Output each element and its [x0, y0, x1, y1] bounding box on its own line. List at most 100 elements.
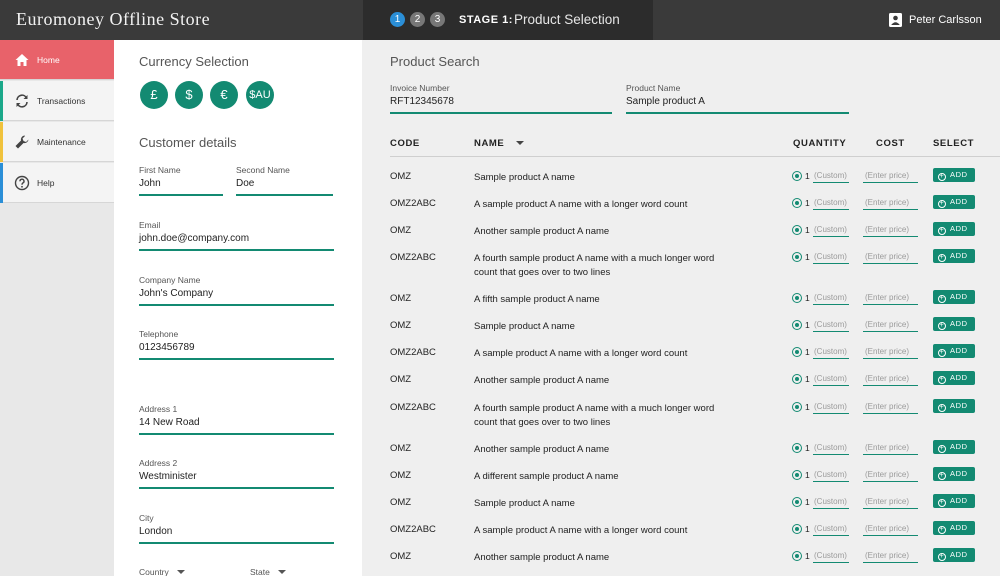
add-button[interactable]: + ADD: [933, 548, 975, 562]
price-input[interactable]: (Enter price): [863, 551, 918, 563]
custom-quantity-input[interactable]: (Custom): [813, 402, 849, 414]
column-header-cost: COST: [876, 138, 905, 149]
custom-quantity-input[interactable]: (Custom): [813, 171, 849, 183]
column-header-quantity: QUANTITY: [793, 138, 847, 149]
quantity-radio[interactable]: [792, 171, 802, 181]
price-input[interactable]: (Enter price): [863, 347, 918, 359]
price-input[interactable]: (Enter price): [863, 320, 918, 332]
custom-quantity-input[interactable]: (Custom): [813, 497, 849, 509]
add-button[interactable]: + ADD: [933, 168, 975, 182]
add-button[interactable]: + ADD: [933, 521, 975, 535]
customer-details-title: Customer details: [139, 135, 237, 150]
column-header-code[interactable]: CODE: [390, 138, 420, 149]
price-input[interactable]: (Enter price): [863, 470, 918, 482]
quantity-radio[interactable]: [792, 252, 802, 262]
field-value[interactable]: john.doe@company.com: [139, 233, 249, 244]
add-button[interactable]: + ADD: [933, 222, 975, 236]
product-code: OMZ: [390, 225, 412, 236]
custom-quantity-input[interactable]: (Custom): [813, 198, 849, 210]
step-2-indicator[interactable]: 2: [410, 12, 425, 27]
price-input[interactable]: (Enter price): [863, 171, 918, 183]
quantity-radio[interactable]: [792, 374, 802, 384]
custom-quantity-input[interactable]: (Custom): [813, 374, 849, 386]
quantity-radio[interactable]: [792, 320, 802, 330]
sidebar-item-home[interactable]: Home: [0, 40, 114, 80]
custom-quantity-input[interactable]: (Custom): [813, 470, 849, 482]
quantity-radio[interactable]: [792, 347, 802, 357]
add-button-label: ADD: [950, 224, 968, 233]
header-divider: [390, 156, 1000, 157]
price-input[interactable]: (Enter price): [863, 524, 918, 536]
field-value[interactable]: Westminister: [139, 471, 197, 482]
add-button[interactable]: + ADD: [933, 399, 975, 413]
custom-quantity-input[interactable]: (Custom): [813, 252, 849, 264]
quantity-radio[interactable]: [792, 470, 802, 480]
quantity-value: 1: [805, 497, 810, 507]
field-value[interactable]: Sample product A: [626, 96, 705, 107]
step-1-indicator[interactable]: 1: [390, 12, 405, 27]
add-button[interactable]: + ADD: [933, 494, 975, 508]
quantity-radio[interactable]: [792, 443, 802, 453]
field-label: Invoice Number: [390, 83, 450, 93]
add-button[interactable]: + ADD: [933, 195, 975, 209]
currency-gbp-button[interactable]: £: [140, 81, 168, 109]
add-button[interactable]: + ADD: [933, 440, 975, 454]
add-button[interactable]: + ADD: [933, 290, 975, 304]
field-value[interactable]: 14 New Road: [139, 417, 200, 428]
price-input[interactable]: (Enter price): [863, 293, 918, 305]
product-name: A sample product A name with a longer wo…: [474, 199, 688, 210]
add-button[interactable]: + ADD: [933, 467, 975, 481]
field-value[interactable]: John: [139, 178, 161, 189]
quantity-radio[interactable]: [792, 497, 802, 507]
column-header-select: SELECT: [933, 138, 975, 149]
currency-aud-button[interactable]: $AU: [246, 81, 274, 109]
custom-quantity-input[interactable]: (Custom): [813, 443, 849, 455]
custom-quantity-input[interactable]: (Custom): [813, 524, 849, 536]
price-input[interactable]: (Enter price): [863, 443, 918, 455]
add-button[interactable]: + ADD: [933, 371, 975, 385]
custom-quantity-input[interactable]: (Custom): [813, 551, 849, 563]
add-button[interactable]: + ADD: [933, 249, 975, 263]
price-input[interactable]: (Enter price): [863, 374, 918, 386]
field-underline: [139, 542, 334, 544]
field-value[interactable]: Doe: [236, 178, 254, 189]
add-button[interactable]: + ADD: [933, 344, 975, 358]
price-input[interactable]: (Enter price): [863, 225, 918, 237]
column-header-name[interactable]: NAME: [474, 138, 525, 149]
field-value[interactable]: RFT12345678: [390, 96, 454, 107]
add-button[interactable]: + ADD: [933, 317, 975, 331]
quantity-radio[interactable]: [792, 402, 802, 412]
currency-eur-button[interactable]: €: [210, 81, 238, 109]
quantity-radio[interactable]: [792, 293, 802, 303]
custom-quantity-input[interactable]: (Custom): [813, 293, 849, 305]
sidebar-item-label: Help: [37, 178, 55, 188]
sidebar-item-label: Home: [37, 55, 60, 65]
quantity-radio[interactable]: [792, 225, 802, 235]
stage-indicator: 1 2 3 STAGE 1: Product Selection: [363, 0, 653, 40]
price-input[interactable]: (Enter price): [863, 497, 918, 509]
quantity-radio[interactable]: [792, 198, 802, 208]
quantity-value: 1: [805, 443, 810, 453]
plus-circle-icon: +: [938, 349, 946, 357]
sidebar-item-transactions[interactable]: Transactions: [0, 81, 114, 121]
custom-quantity-input[interactable]: (Custom): [813, 320, 849, 332]
field-value[interactable]: London: [139, 526, 172, 537]
sidebar-item-maintenance[interactable]: Maintenance: [0, 122, 114, 162]
quantity-radio[interactable]: [792, 524, 802, 534]
quantity-value: 1: [805, 293, 810, 303]
quantity-value: 1: [805, 171, 810, 181]
price-input[interactable]: (Enter price): [863, 198, 918, 210]
price-input[interactable]: (Enter price): [863, 402, 918, 414]
product-code: OMZ: [390, 551, 412, 562]
add-button-label: ADD: [950, 346, 968, 355]
currency-usd-button[interactable]: $: [175, 81, 203, 109]
sidebar-item-label: Transactions: [37, 96, 86, 106]
step-3-indicator[interactable]: 3: [430, 12, 445, 27]
field-value[interactable]: 0123456789: [139, 342, 195, 353]
custom-quantity-input[interactable]: (Custom): [813, 225, 849, 237]
quantity-radio[interactable]: [792, 551, 802, 561]
sidebar-item-help[interactable]: Help: [0, 163, 114, 203]
price-input[interactable]: (Enter price): [863, 252, 918, 264]
custom-quantity-input[interactable]: (Custom): [813, 347, 849, 359]
field-value[interactable]: John's Company: [139, 288, 213, 299]
